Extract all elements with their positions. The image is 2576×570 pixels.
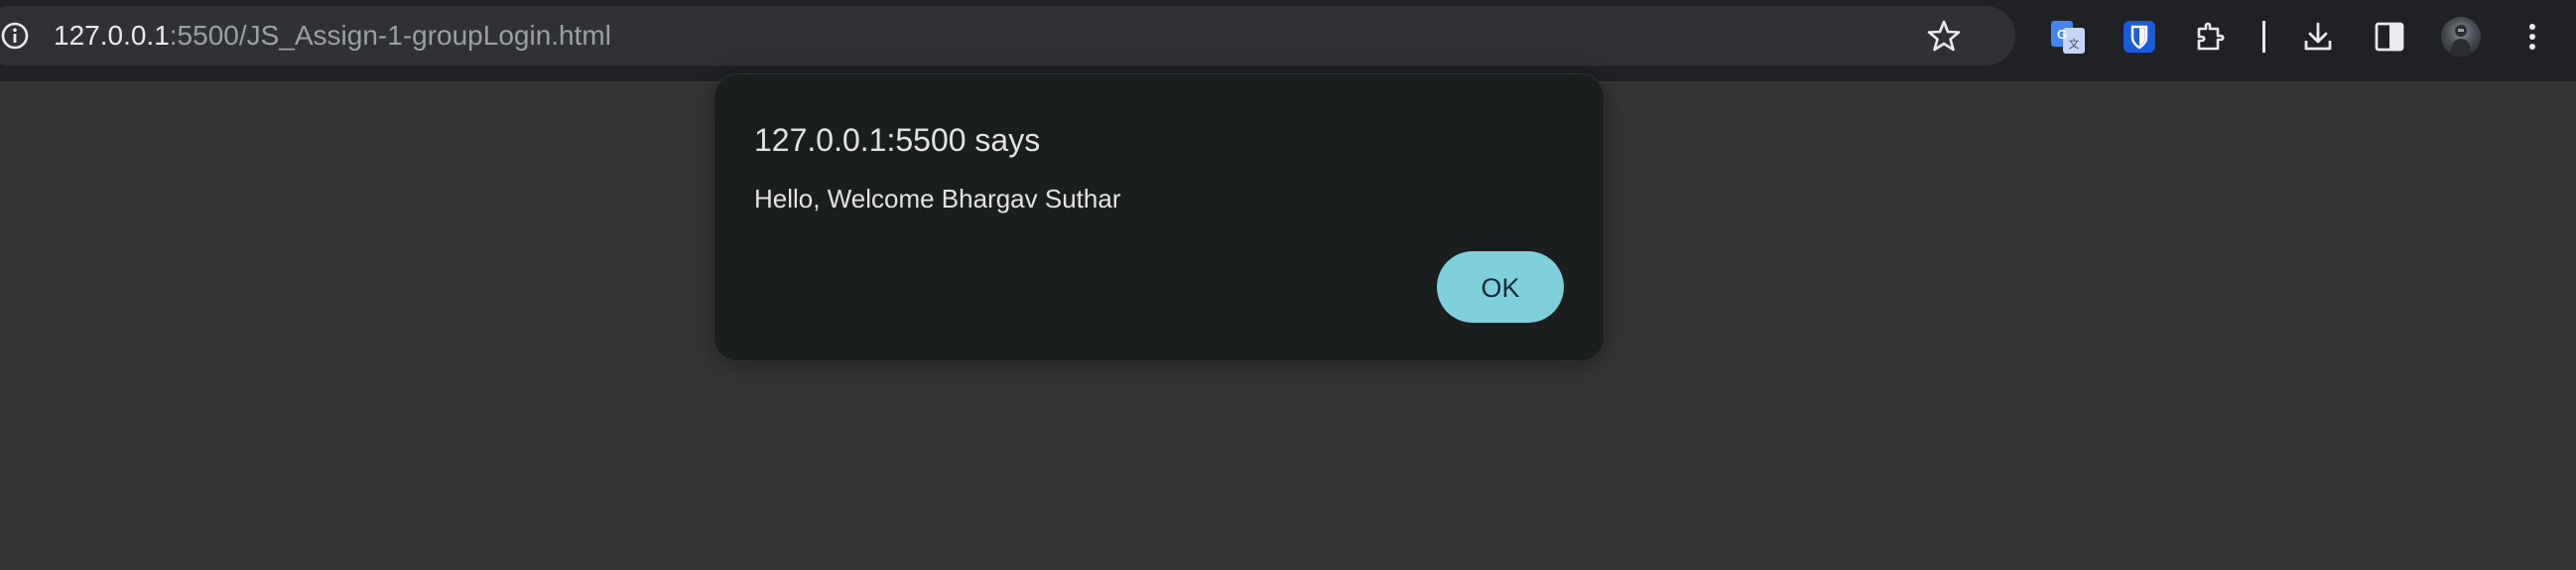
browser-toolbar: 127.0.0.1:5500/JS_Assign-1-groupLogin.ht… [0, 0, 2576, 82]
site-info-button[interactable] [0, 21, 30, 51]
bookmark-button[interactable] [1927, 19, 1961, 53]
url-path: :5500/JS_Assign-1-groupLogin.html [169, 20, 611, 51]
side-panel-icon [2375, 22, 2404, 52]
side-panel-button[interactable] [2370, 17, 2409, 57]
downloads-button[interactable] [2298, 17, 2338, 57]
download-icon [2304, 22, 2332, 51]
toolbar-separator [2262, 21, 2265, 53]
dialog-title: 127.0.0.1:5500 says [754, 122, 1041, 158]
translate-extension-button[interactable]: G 文 [2048, 17, 2088, 57]
bitwarden-icon [2124, 21, 2155, 53]
alert-dialog: 127.0.0.1:5500 says Hello, Welcome Bharg… [713, 73, 1605, 361]
profile-photo [2450, 25, 2472, 57]
kebab-menu-icon [2529, 24, 2535, 50]
svg-text:文: 文 [2069, 37, 2080, 51]
address-bar[interactable]: 127.0.0.1:5500/JS_Assign-1-groupLogin.ht… [0, 6, 2015, 66]
dialog-message: Hello, Welcome Bhargav Suthar [754, 184, 1121, 214]
avatar[interactable] [2441, 17, 2481, 57]
info-icon [1, 22, 29, 50]
extensions-button[interactable] [2191, 17, 2231, 57]
browser-menu-button[interactable] [2512, 17, 2552, 57]
puzzle-icon [2197, 22, 2225, 51]
star-icon [1927, 20, 1961, 52]
ok-button[interactable]: OK [1437, 251, 1564, 323]
svg-text:G: G [2057, 27, 2067, 42]
url-host: 127.0.0.1 [54, 20, 170, 51]
google-translate-icon: G 文 [2051, 21, 2085, 54]
bitwarden-extension-button[interactable] [2120, 17, 2159, 57]
url-text[interactable]: 127.0.0.1:5500/JS_Assign-1-groupLogin.ht… [54, 21, 611, 51]
